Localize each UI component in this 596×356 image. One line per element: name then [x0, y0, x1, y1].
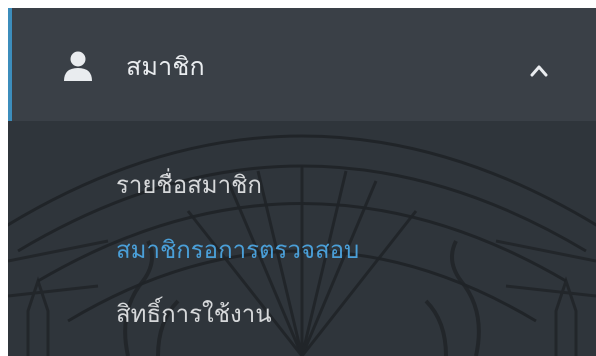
submenu-item-pending-members[interactable]: สมาชิกรอการตรวจสอบ [116, 233, 359, 267]
sidebar-item-label: สมาชิก [126, 52, 205, 81]
submenu: รายชื่อสมาชิก สมาชิกรอการตรวจสอบ สิทธิ์ก… [8, 121, 596, 356]
page-frame: สมาชิก รายชื่อสมาชิก สมาชิกรอการตรวจสอบ … [0, 0, 596, 356]
submenu-item-member-list[interactable]: รายชื่อสมาชิก [116, 168, 262, 202]
submenu-item-permissions[interactable]: สิทธิ์การใช้งาน [116, 297, 272, 331]
chevron-up-icon[interactable] [530, 64, 548, 78]
sidebar-item-members[interactable]: สมาชิก [8, 8, 596, 121]
sidebar: สมาชิก รายชื่อสมาชิก สมาชิกรอการตรวจสอบ … [8, 8, 596, 356]
user-icon [64, 51, 92, 81]
